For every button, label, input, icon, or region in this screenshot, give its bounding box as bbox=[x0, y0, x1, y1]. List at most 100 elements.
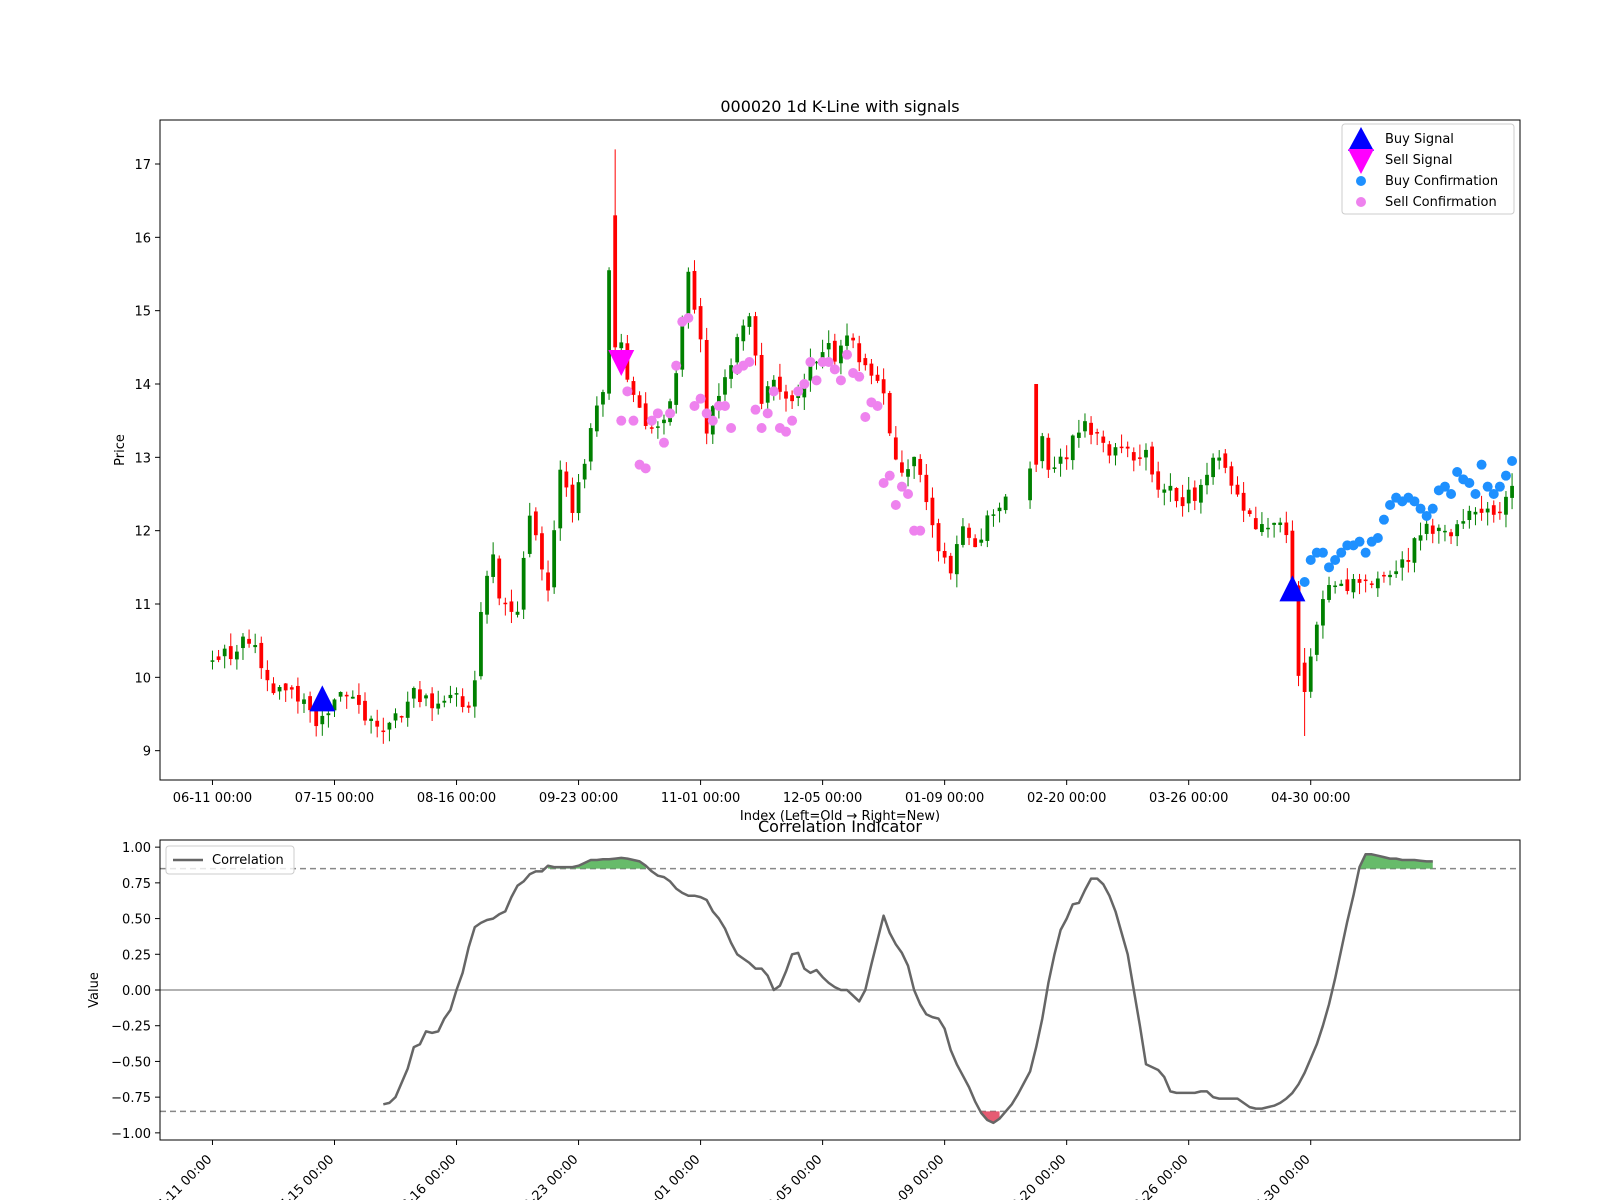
candle-body bbox=[1040, 436, 1045, 462]
candle-body bbox=[491, 554, 496, 577]
candle-body bbox=[594, 405, 599, 432]
candle-body bbox=[1083, 421, 1087, 432]
candle-body bbox=[613, 215, 618, 348]
candle-body bbox=[845, 335, 849, 346]
kline-x-tick-label: 01-09 00:00 bbox=[905, 791, 984, 806]
sell-confirmation-point bbox=[872, 401, 883, 411]
correlation-y-tick-label: 0.25 bbox=[122, 948, 151, 963]
candle-body bbox=[1253, 518, 1258, 530]
kline-y-tick-label: 16 bbox=[134, 231, 151, 246]
legend-buy-confirmation-label: Buy Confirmation bbox=[1385, 174, 1498, 189]
buy-confirmation-point bbox=[1464, 478, 1475, 488]
candle-body bbox=[918, 458, 923, 475]
candle-body bbox=[375, 720, 380, 727]
candle-body bbox=[259, 642, 264, 669]
candle-body bbox=[1028, 468, 1032, 501]
sell-confirmation-point bbox=[658, 437, 669, 448]
legend-buy-signal-label: Buy Signal bbox=[1385, 132, 1454, 147]
candle-body bbox=[1192, 487, 1197, 501]
candle-body bbox=[893, 437, 898, 460]
correlation-y-label: Value bbox=[87, 972, 102, 1008]
candle-body bbox=[582, 463, 587, 480]
correlation-y-tick-label: −1.00 bbox=[111, 1127, 151, 1142]
sell-confirmation-point bbox=[890, 500, 901, 510]
candle-body bbox=[1089, 422, 1093, 435]
candle-body bbox=[1119, 446, 1124, 449]
candle-body bbox=[1461, 521, 1466, 524]
candle-body bbox=[424, 695, 428, 699]
candle-body bbox=[1443, 530, 1447, 533]
candle-body bbox=[350, 696, 355, 699]
candle-body bbox=[1247, 510, 1252, 515]
candle-body bbox=[1321, 599, 1325, 626]
kline-x-tick-label: 06-11 00:00 bbox=[173, 791, 252, 806]
candle-body bbox=[1284, 522, 1289, 536]
kline-legend: Buy Signal Sell Signal Buy Confirmation … bbox=[1341, 123, 1515, 215]
candle-body bbox=[1003, 496, 1008, 511]
sell-confirmation-point bbox=[750, 404, 761, 415]
candle-body bbox=[643, 403, 648, 426]
candle-body bbox=[1101, 436, 1106, 443]
candle-body bbox=[997, 507, 1002, 512]
candle-body bbox=[1272, 522, 1277, 525]
candle-body bbox=[588, 428, 593, 462]
candle-body bbox=[857, 343, 862, 363]
candle-body bbox=[1150, 446, 1154, 475]
candle-body bbox=[1345, 579, 1350, 591]
candle-body bbox=[540, 533, 544, 570]
candle-body bbox=[912, 456, 917, 467]
candle-body bbox=[741, 325, 746, 342]
buy-confirmation-point bbox=[1427, 503, 1438, 514]
candle-body bbox=[418, 689, 422, 703]
candle-body bbox=[1308, 656, 1313, 692]
candle-body bbox=[1211, 457, 1215, 478]
candle-body bbox=[1400, 559, 1405, 568]
candle-body bbox=[1064, 457, 1069, 460]
correlation-y-tick-label: −0.25 bbox=[111, 1020, 151, 1035]
sell-confirmation-point bbox=[860, 412, 871, 422]
candle-body bbox=[826, 343, 831, 350]
candle-body bbox=[1339, 583, 1344, 586]
buy-confirmation-point bbox=[1494, 481, 1505, 492]
candle-body bbox=[302, 699, 306, 704]
candle-body bbox=[1302, 662, 1307, 692]
correlation-y-tick-label: 0.50 bbox=[122, 913, 151, 928]
candle-body bbox=[1217, 457, 1222, 461]
candle-body bbox=[326, 713, 331, 716]
candle-body bbox=[576, 482, 581, 514]
kline-y-tick-label: 11 bbox=[134, 598, 151, 613]
candle-body bbox=[570, 484, 575, 513]
candle-body bbox=[479, 611, 483, 677]
candle-body bbox=[759, 354, 764, 404]
candle-body bbox=[875, 374, 880, 381]
candle-body bbox=[1034, 384, 1039, 465]
sell-confirmation-point bbox=[835, 375, 846, 386]
candle-body bbox=[1491, 505, 1496, 515]
candle-body bbox=[454, 693, 459, 695]
candle-body bbox=[564, 471, 569, 488]
sell-confirmation-point bbox=[726, 423, 737, 433]
candle-body bbox=[784, 391, 788, 399]
correlation-y-tick-label: 0.75 bbox=[122, 877, 151, 892]
sell-confirmation-point bbox=[781, 426, 792, 437]
candle-body bbox=[1430, 525, 1435, 534]
candle-body bbox=[1162, 489, 1167, 493]
candle-body bbox=[296, 685, 300, 702]
candle-body bbox=[1394, 571, 1399, 575]
candle-body bbox=[228, 646, 233, 660]
sell-confirmation-point bbox=[829, 364, 840, 375]
candle-body bbox=[851, 337, 856, 341]
candle-body bbox=[735, 337, 740, 363]
buy-confirmation-point bbox=[1378, 514, 1389, 525]
candle-body bbox=[521, 557, 526, 610]
legend-sell-signal-label: Sell Signal bbox=[1385, 153, 1453, 168]
sell-confirmation-point bbox=[622, 386, 633, 397]
candle-body bbox=[961, 526, 965, 545]
candle-body bbox=[747, 316, 752, 327]
candle-body bbox=[973, 538, 978, 548]
candle-body bbox=[344, 694, 349, 697]
candle-body bbox=[1436, 527, 1441, 532]
candle-body bbox=[979, 539, 984, 543]
candle-body bbox=[1235, 484, 1240, 495]
candle-body bbox=[601, 392, 605, 405]
